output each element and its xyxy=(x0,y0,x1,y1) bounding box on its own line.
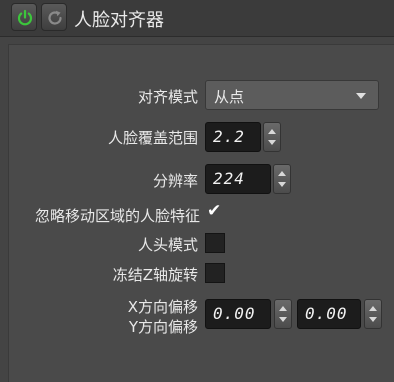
refresh-button[interactable] xyxy=(41,3,67,31)
resolution-stepper[interactable] xyxy=(273,164,291,194)
stepper-down-icon[interactable] xyxy=(369,317,377,322)
ignore-moving-checkbox[interactable]: ✔ xyxy=(205,201,225,224)
stepper-up-icon[interactable] xyxy=(278,171,286,176)
refresh-icon xyxy=(48,10,62,25)
y-offset-field[interactable]: 0.00 xyxy=(297,299,361,329)
x-offset-label: X方向偏移 xyxy=(127,298,198,316)
freeze-z-checkbox[interactable] xyxy=(205,263,225,283)
resolution-field[interactable]: 224 xyxy=(205,164,271,194)
stepper-up-icon[interactable] xyxy=(369,306,377,311)
resolution-label: 分辨率 xyxy=(152,172,198,190)
x-offset-value: 0.00 xyxy=(213,304,256,323)
stepper-down-icon[interactable] xyxy=(268,140,276,145)
align-mode-dropdown[interactable]: 从点 xyxy=(205,80,379,110)
header-bar: 人脸对齐器 xyxy=(0,0,394,37)
head-mode-label: 人头模式 xyxy=(137,236,198,254)
y-offset-label: Y方向偏移 xyxy=(128,318,198,336)
x-offset-field[interactable]: 0.00 xyxy=(205,299,271,329)
head-mode-checkbox[interactable] xyxy=(205,233,225,253)
check-icon: ✔ xyxy=(207,201,222,221)
y-offset-stepper[interactable] xyxy=(364,299,382,329)
face-coverage-field[interactable]: 2.2 xyxy=(205,122,261,152)
resolution-value: 224 xyxy=(213,169,245,188)
freeze-z-label: 冻结Z轴旋转 xyxy=(112,266,198,284)
power-icon xyxy=(17,9,33,26)
face-coverage-stepper[interactable] xyxy=(263,122,281,152)
power-toggle-button[interactable] xyxy=(11,3,37,31)
x-offset-stepper[interactable] xyxy=(274,299,292,329)
y-offset-value: 0.00 xyxy=(305,304,348,323)
align-mode-label: 对齐模式 xyxy=(137,88,198,106)
panel-title: 人脸对齐器 xyxy=(74,10,164,31)
ignore-moving-label: 忽略移动区域的人脸特征 xyxy=(34,207,200,225)
face-coverage-value: 2.2 xyxy=(213,127,245,146)
stepper-down-icon[interactable] xyxy=(279,317,287,322)
align-mode-value: 从点 xyxy=(214,88,245,106)
stepper-down-icon[interactable] xyxy=(278,182,286,187)
stepper-up-icon[interactable] xyxy=(279,306,287,311)
chevron-down-icon xyxy=(356,93,366,99)
stepper-up-icon[interactable] xyxy=(268,129,276,134)
face-coverage-label: 人脸覆盖范围 xyxy=(107,129,198,147)
